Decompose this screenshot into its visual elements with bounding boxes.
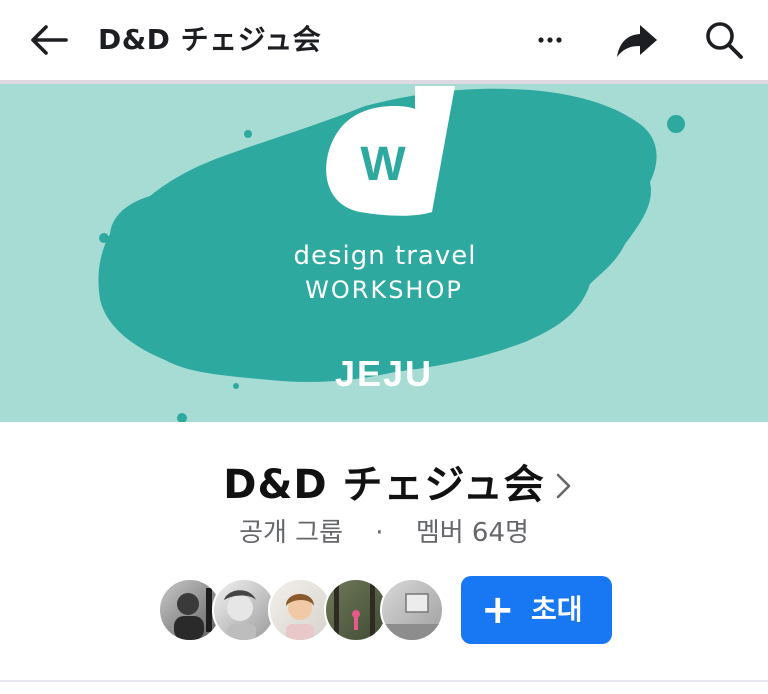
forest-photo-icon — [334, 580, 375, 640]
group-details-button[interactable] — [552, 470, 576, 502]
more-horizontal-icon — [538, 37, 562, 43]
page-title: D&D チェジュ会 — [98, 23, 322, 56]
person-avatar-icon — [174, 588, 212, 640]
cover-illustration: W design travel WORKSHOP JEJU — [98, 86, 685, 422]
cover-photo[interactable]: W design travel WORKSHOP JEJU — [0, 84, 768, 422]
share-button[interactable] — [612, 18, 660, 62]
avatar[interactable] — [268, 578, 332, 642]
member-avatars[interactable] — [158, 578, 448, 642]
group-name: D&D チェジュ会 — [223, 462, 545, 508]
cover-place: JEJU — [335, 353, 433, 394]
invite-button[interactable]: + 초대 — [461, 576, 612, 644]
chevron-right-icon — [556, 473, 571, 499]
sign-photo-icon — [382, 593, 442, 640]
top-bar: D&D チェジュ会 — [0, 0, 768, 80]
search-icon — [706, 22, 743, 59]
search-button[interactable] — [700, 16, 748, 64]
group-meta: 공개 그룹 · 멤버 64명 — [0, 512, 768, 549]
avatar[interactable] — [380, 578, 444, 642]
meta-separator: · — [375, 518, 384, 548]
section-divider — [0, 680, 768, 682]
person-avatar-icon — [224, 590, 256, 640]
invite-label: 초대 — [531, 593, 583, 626]
plus-icon: + — [481, 587, 515, 633]
back-button[interactable] — [26, 20, 70, 60]
share-icon — [617, 25, 657, 57]
cover-line1: design travel — [294, 241, 477, 271]
group-name-row[interactable]: D&D チェジュ会 — [0, 452, 768, 510]
cover-badge-letter: W — [360, 138, 406, 191]
arrow-left-icon — [31, 25, 68, 55]
person-avatar-icon — [286, 594, 314, 640]
cover-line2: WORKSHOP — [305, 276, 463, 304]
group-privacy: 공개 그룹 — [239, 518, 344, 548]
more-button[interactable] — [530, 20, 570, 60]
avatar[interactable] — [324, 578, 388, 642]
member-count[interactable]: 멤버 64명 — [416, 518, 529, 548]
avatar[interactable] — [212, 578, 276, 642]
